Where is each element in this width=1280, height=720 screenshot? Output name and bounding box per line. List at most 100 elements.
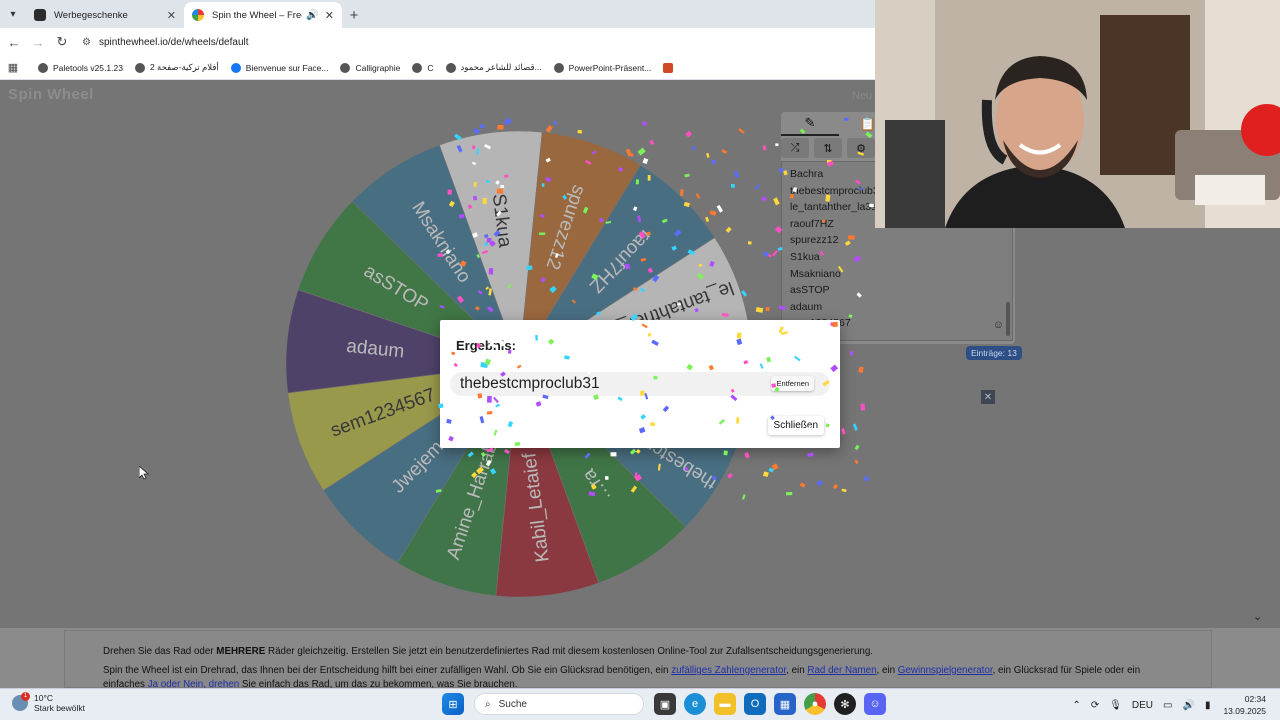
info-section: Drehen Sie das Rad oder MEHRERE Räder gl… (0, 628, 1280, 690)
name-wheel-link[interactable]: Rad der Namen (807, 665, 876, 676)
confetti-piece (860, 403, 866, 411)
confetti-piece (775, 143, 779, 147)
windows-taskbar: 1 10°C Stark bewölkt ⊞ ⌕ Suche ▣ e ▬ O ▦ … (0, 688, 1280, 720)
globe-icon (340, 62, 351, 73)
emoji-icon[interactable]: ☺ (993, 317, 1004, 334)
dialog-title: Ergebnis: (456, 338, 516, 353)
confetti-piece (755, 306, 764, 313)
date: 13.09.2025 (1223, 706, 1266, 716)
confetti-piece (762, 251, 769, 258)
bookmark-item[interactable]: قصائد للشاعر محمود... (445, 62, 542, 73)
settings-icon[interactable]: ⚙ (847, 138, 875, 158)
confetti-piece (799, 482, 806, 488)
entry-line: Msakniano (790, 267, 841, 280)
confetti-piece (841, 488, 847, 493)
bookmark-label: C (427, 62, 434, 73)
sync-icon[interactable]: ⟳ (1091, 700, 1099, 711)
giveaway-link[interactable]: Gewinnspielgenerator (898, 665, 993, 676)
url-text: spinthewheel.io/de/wheels/default (98, 36, 249, 48)
new-wheel-label[interactable]: Neu (852, 90, 872, 102)
powerpoint-icon (663, 62, 674, 73)
bookmark-item[interactable]: Paletools v25.1.23 (38, 62, 123, 73)
language-indicator[interactable]: DEU (1132, 700, 1153, 711)
bookmark-label: Paletools v25.1.23 (53, 62, 123, 73)
app-icon[interactable]: ✻ (834, 693, 856, 715)
file-explorer-icon[interactable]: ▬ (714, 693, 736, 715)
shuffle-icon[interactable]: ⤮ (781, 138, 809, 158)
confetti-piece (854, 459, 859, 465)
new-tab-plus-icon[interactable]: + (342, 2, 366, 28)
bookmark-item[interactable]: C (412, 62, 434, 73)
site-info-icon[interactable]: ⚙ (82, 37, 91, 48)
task-view-icon[interactable]: ▣ (654, 693, 676, 715)
store-icon[interactable]: ▦ (774, 693, 796, 715)
edge-icon[interactable]: e (684, 693, 706, 715)
temperature: 10°C (34, 693, 53, 703)
back-arrow-icon[interactable]: ← (2, 35, 26, 50)
url-field[interactable]: ⚙ spinthewheel.io/de/wheels/default (82, 37, 249, 48)
tab-title: Spin the Wheel – Free and Ea (212, 9, 302, 21)
tab-spin-the-wheel[interactable]: Spin the Wheel – Free and Ea 🔊 ✕ (184, 2, 342, 28)
result-text: thebestcmproclub31 (460, 375, 600, 392)
remove-button[interactable]: Entfernen (771, 376, 814, 391)
taskbar-search[interactable]: ⌕ Suche (474, 693, 644, 715)
bookmark-item[interactable]: Calligraphie (340, 62, 400, 73)
windows-start-icon[interactable]: ⊞ (442, 693, 464, 715)
confetti-piece (816, 480, 823, 486)
confetti-piece (765, 306, 770, 312)
close-tab-icon[interactable]: ✕ (325, 9, 334, 22)
close-dialog-button[interactable]: Schließen (767, 416, 824, 435)
bookmark-item[interactable]: PowerPoint-Präsent... (553, 62, 651, 73)
random-number-link[interactable]: zufälliges Zahlengenerator (671, 665, 786, 676)
audio-playing-icon[interactable]: 🔊 (306, 10, 318, 21)
entry-line: asSTOP (790, 284, 830, 297)
tab-list-chevron-icon[interactable]: ▾ (0, 0, 26, 28)
globe-icon (38, 62, 48, 73)
network-icon[interactable]: ▭ (1163, 700, 1172, 711)
entry-line: spurezz12 (790, 234, 839, 247)
site-logo[interactable]: Spin Wheel (8, 86, 94, 103)
close-icon[interactable]: ✕ (981, 390, 995, 404)
tab-werbegeschenke[interactable]: Werbegeschenke ✕ (26, 2, 184, 28)
globe-icon (134, 62, 145, 73)
chevron-up-icon[interactable]: ⌃ (1072, 700, 1080, 711)
reload-icon[interactable]: ↻ (50, 34, 74, 50)
battery-icon[interactable]: ▮ (1205, 700, 1211, 711)
confetti-piece (773, 197, 780, 206)
weather-widget[interactable]: 1 10°C Stark bewölkt (12, 692, 86, 713)
confetti-piece (841, 427, 846, 435)
chrome-icon[interactable]: ● (804, 693, 826, 715)
bookmark-label: قصائد للشاعر محمود... (460, 62, 542, 72)
sort-icon[interactable]: ⇅ (814, 138, 842, 158)
bookmark-item[interactable]: 2 أفلام تركية-صفحة (134, 62, 219, 73)
weather-text: Stark bewölkt (34, 703, 86, 713)
entry-line: adaum (790, 300, 823, 313)
outlook-icon[interactable]: O (744, 693, 766, 715)
entries-scrollbar[interactable] (1006, 302, 1010, 336)
notification-badge: 1 (21, 692, 30, 701)
confetti-piece (762, 145, 767, 151)
volume-icon[interactable]: 🔊 (1182, 700, 1194, 711)
weather-cloud-icon: 1 (12, 692, 30, 711)
confetti-piece (807, 452, 814, 458)
webcam-overlay (875, 0, 1280, 228)
confetti-piece (503, 117, 512, 126)
mouse-cursor-icon (139, 466, 149, 480)
clock[interactable]: 02:34 13.09.2025 (1223, 693, 1266, 717)
discord-icon[interactable]: ☺ (864, 693, 886, 715)
confetti-piece (772, 249, 779, 257)
confetti-piece (854, 444, 860, 451)
bookmark-item[interactable]: Bienvenue sur Face... (230, 62, 328, 73)
info-text-box: Drehen Sie das Rad oder MEHRERE Räder gl… (64, 630, 1212, 690)
chevron-down-icon[interactable]: ⌄ (1253, 610, 1262, 623)
microphone-icon[interactable]: 🎙 (1109, 700, 1122, 711)
forward-arrow-icon[interactable]: → (26, 35, 50, 50)
pencil-icon[interactable]: ✎ (781, 112, 839, 136)
time: 02:34 (1244, 694, 1266, 704)
close-tab-icon[interactable]: ✕ (167, 9, 176, 22)
confetti-piece (767, 253, 772, 258)
bookmark-item[interactable] (663, 62, 678, 73)
result-dialog: Ergebnis: thebestcmproclub31 Entfernen S… (440, 320, 840, 448)
confetti-piece (754, 184, 761, 190)
apps-grid-icon[interactable]: ▦ (0, 61, 26, 74)
